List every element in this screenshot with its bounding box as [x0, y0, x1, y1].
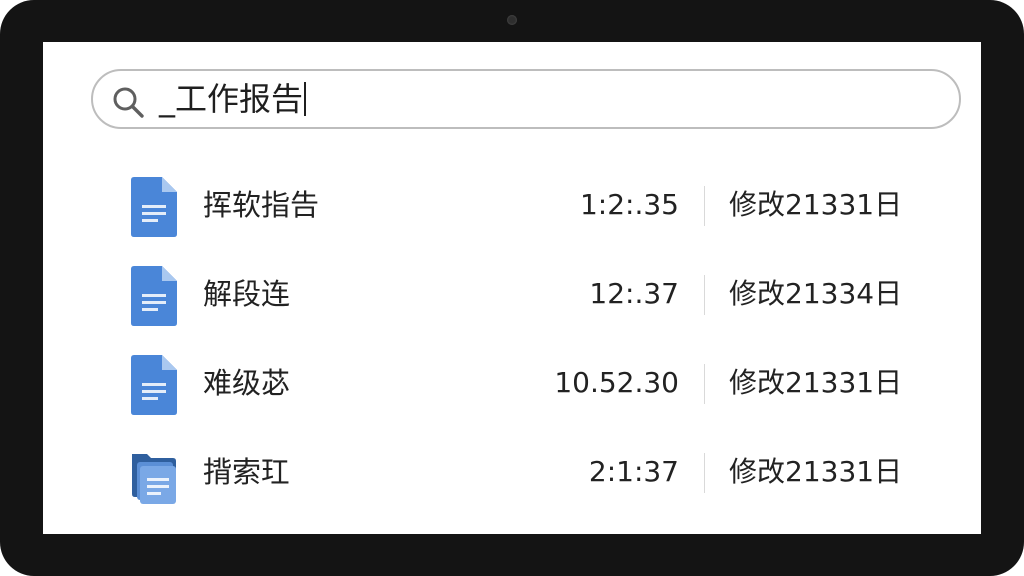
search-bar[interactable]: _工作报告 — [91, 69, 961, 129]
document-icon — [131, 266, 177, 326]
front-camera — [507, 15, 517, 25]
search-icon — [113, 87, 144, 118]
column-divider — [704, 453, 705, 493]
result-row[interactable]: 挥软指告 1:2:.35 修改21331日 — [43, 162, 981, 252]
column-divider — [704, 364, 705, 404]
column-divider — [704, 186, 705, 226]
tablet-frame: _工作报告 挥软指告 1:2:.35 修改21331日 解段连 12:.37 修… — [0, 0, 1024, 576]
result-row[interactable]: 解段连 12:.37 修改21334日 — [43, 251, 981, 341]
file-modified: 修改21334日 — [729, 277, 903, 310]
folder-documents-icon — [132, 454, 176, 504]
file-name: 挥软指告 — [203, 188, 320, 222]
result-row[interactable]: 揹索玒 2:1:37 修改21331日 — [43, 429, 981, 519]
file-name: 揹索玒 — [203, 455, 291, 489]
file-name: 解段连 — [203, 277, 291, 311]
file-time: 1:2:.35 — [579, 188, 679, 221]
file-time: 10.52.30 — [554, 366, 679, 399]
search-input[interactable]: _工作报告 — [159, 79, 307, 119]
file-modified: 修改21331日 — [729, 455, 903, 488]
result-row[interactable]: 难级苾 10.52.30 修改21331日 — [43, 340, 981, 430]
column-divider — [704, 275, 705, 315]
file-modified: 修改21331日 — [729, 188, 903, 221]
file-name: 难级苾 — [203, 366, 291, 400]
document-icon — [131, 355, 177, 415]
text-cursor — [304, 82, 307, 116]
screen: _工作报告 挥软指告 1:2:.35 修改21331日 解段连 12:.37 修… — [43, 42, 981, 534]
search-query: _工作报告 — [159, 80, 304, 118]
document-icon — [131, 177, 177, 237]
file-time: 2:1:37 — [588, 455, 679, 488]
file-modified: 修改21331日 — [729, 366, 903, 399]
file-time: 12:.37 — [589, 277, 679, 310]
